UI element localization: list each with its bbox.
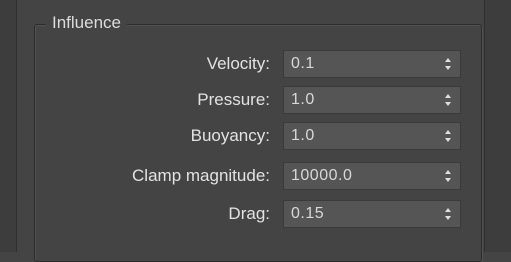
- group-title: Influence: [46, 12, 127, 34]
- velocity-row: Velocity: 0.1: [36, 50, 464, 78]
- buoyancy-value[interactable]: 1.0: [291, 123, 315, 149]
- velocity-label: Velocity:: [206, 54, 270, 73]
- clamp-magnitude-row: Clamp magnitude: 10000.0: [36, 162, 464, 190]
- buoyancy-spinner[interactable]: 1.0: [283, 122, 461, 150]
- pressure-row: Pressure: 1.0: [36, 86, 464, 114]
- left-panel-edge: [0, 0, 17, 252]
- up-down-arrows-icon[interactable]: [444, 207, 452, 221]
- drag-spinner[interactable]: 0.15: [283, 200, 461, 228]
- drag-label: Drag:: [228, 204, 270, 223]
- velocity-value[interactable]: 0.1: [291, 51, 315, 77]
- buoyancy-label: Buoyancy:: [190, 126, 270, 145]
- influence-panel: Influence Velocity: 0.1 Pressure: 1.0 Bu…: [0, 0, 511, 262]
- clamp-magnitude-value[interactable]: 10000.0: [291, 163, 352, 189]
- pressure-label: Pressure:: [197, 90, 270, 109]
- clamp-magnitude-spinner[interactable]: 10000.0: [283, 162, 461, 190]
- up-down-arrows-icon[interactable]: [444, 129, 452, 143]
- up-down-arrows-icon[interactable]: [444, 169, 452, 183]
- right-panel-edge: [484, 0, 511, 252]
- pressure-value[interactable]: 1.0: [291, 87, 315, 113]
- drag-value[interactable]: 0.15: [291, 201, 324, 227]
- clamp-magnitude-label: Clamp magnitude:: [132, 166, 270, 185]
- up-down-arrows-icon[interactable]: [444, 57, 452, 71]
- velocity-spinner[interactable]: 0.1: [283, 50, 461, 78]
- up-down-arrows-icon[interactable]: [444, 93, 452, 107]
- buoyancy-row: Buoyancy: 1.0: [36, 122, 464, 150]
- drag-row: Drag: 0.15: [36, 200, 464, 228]
- pressure-spinner[interactable]: 1.0: [283, 86, 461, 114]
